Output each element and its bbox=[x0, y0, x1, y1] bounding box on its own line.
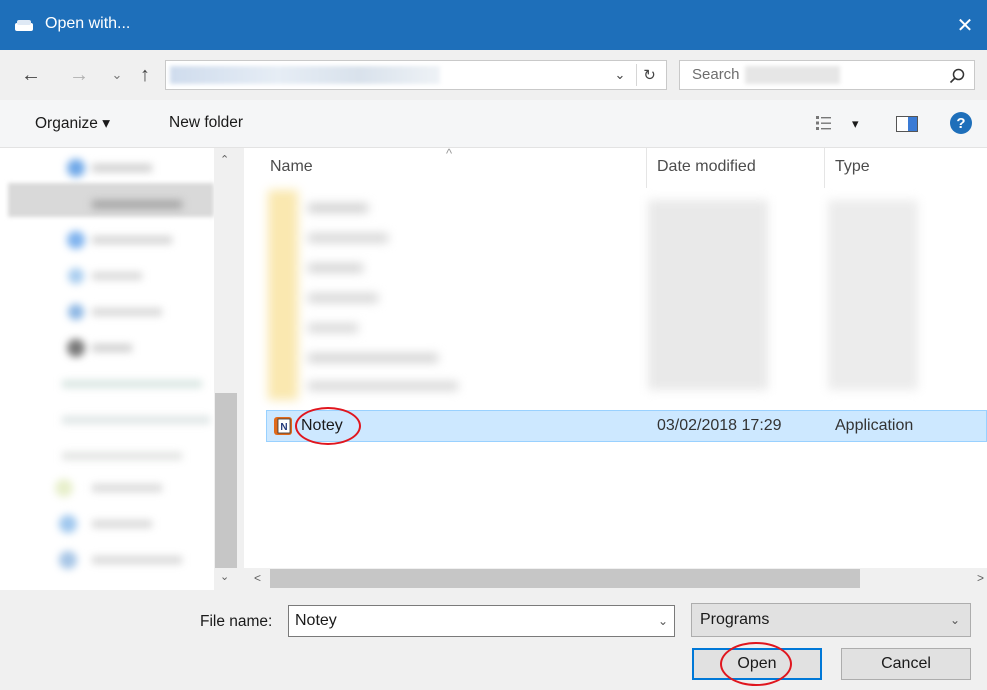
up-button[interactable]: ↑ bbox=[132, 62, 158, 88]
open-button-label: Open bbox=[737, 655, 777, 672]
column-header-type[interactable]: Type bbox=[835, 158, 870, 176]
address-dropdown-button[interactable]: ⌄ bbox=[610, 65, 630, 85]
help-icon: ? bbox=[956, 114, 966, 132]
sort-ascending-icon: ^ bbox=[446, 146, 453, 161]
file-list-pane[interactable]: ^ Name Date modified Type N Notey 03/02/… bbox=[244, 146, 987, 568]
navigation-scroll-thumb[interactable] bbox=[215, 393, 237, 568]
cancel-button-label: Cancel bbox=[881, 655, 931, 672]
address-field[interactable]: ⌄ ↻ bbox=[165, 60, 667, 90]
navigation-scrollbar[interactable]: ⌃ ⌄ bbox=[214, 148, 240, 590]
file-name-value: Notey bbox=[295, 612, 337, 629]
chevron-down-icon: ⌄ bbox=[949, 613, 960, 627]
command-toolbar: Organize ▾ New folder ▾ ? bbox=[0, 100, 987, 148]
forward-arrow-icon: → bbox=[69, 63, 89, 86]
search-placeholder: Search bbox=[692, 66, 740, 83]
column-header-name[interactable]: Name bbox=[270, 158, 313, 176]
column-divider[interactable] bbox=[824, 148, 825, 188]
file-type-filter-value: Programs bbox=[700, 611, 770, 628]
chevron-down-icon[interactable]: ⌄ bbox=[658, 614, 668, 628]
window-title: Open with... bbox=[45, 15, 131, 32]
scroll-up-icon[interactable]: ⌃ bbox=[220, 153, 229, 166]
column-divider[interactable] bbox=[646, 148, 647, 188]
view-dropdown-button[interactable]: ▾ bbox=[852, 116, 859, 132]
back-button[interactable]: ← bbox=[18, 62, 44, 88]
recent-locations-button[interactable]: ⌄ bbox=[104, 62, 130, 88]
help-button[interactable]: ? bbox=[950, 112, 972, 134]
preview-pane-icon[interactable] bbox=[896, 116, 918, 132]
svg-text:N: N bbox=[280, 422, 287, 433]
close-icon: ✕ bbox=[956, 14, 974, 37]
search-input[interactable]: Search bbox=[679, 60, 975, 90]
file-type-filter-select[interactable]: Programs ⌄ bbox=[691, 603, 971, 637]
column-header-date-modified[interactable]: Date modified bbox=[657, 158, 756, 176]
address-bar-row: ← → ⌄ ↑ ⌄ ↻ Search bbox=[0, 50, 987, 100]
address-path-blurred bbox=[170, 66, 440, 84]
close-button[interactable]: ✕ bbox=[943, 0, 987, 50]
navigation-pane[interactable] bbox=[0, 148, 240, 590]
refresh-button[interactable]: ↻ bbox=[636, 64, 662, 86]
search-text-blurred bbox=[745, 66, 840, 84]
file-name-label: File name: bbox=[200, 613, 273, 630]
chevron-down-icon: ⌄ bbox=[614, 67, 626, 82]
view-options-icon[interactable] bbox=[815, 114, 833, 132]
horizontal-scrollbar[interactable]: < > bbox=[244, 568, 987, 590]
search-icon bbox=[949, 68, 965, 84]
file-row-notey[interactable]: N Notey 03/02/2018 17:29 Application bbox=[266, 410, 987, 442]
organize-button[interactable]: Organize ▾ bbox=[35, 114, 110, 133]
cancel-button[interactable]: Cancel bbox=[841, 648, 971, 680]
title-bar: Open with... ✕ bbox=[0, 0, 987, 50]
open-button[interactable]: Open bbox=[692, 648, 822, 680]
chevron-down-icon: ⌄ bbox=[111, 67, 123, 82]
file-date-modified: 03/02/2018 17:29 bbox=[657, 417, 782, 434]
drive-icon bbox=[15, 20, 33, 31]
horizontal-scroll-thumb[interactable] bbox=[270, 569, 860, 588]
scroll-left-icon[interactable]: < bbox=[254, 571, 261, 585]
file-type: Application bbox=[835, 417, 914, 434]
navigation-tree-blurred bbox=[55, 159, 210, 569]
file-list-blurred bbox=[268, 190, 918, 400]
scroll-right-icon[interactable]: > bbox=[977, 571, 984, 585]
file-name-input[interactable]: Notey ⌄ bbox=[288, 605, 675, 637]
refresh-icon: ↻ bbox=[643, 67, 656, 84]
forward-button[interactable]: → bbox=[66, 62, 92, 88]
notey-app-icon: N bbox=[274, 417, 292, 435]
back-arrow-icon: ← bbox=[21, 63, 41, 86]
scroll-down-icon[interactable]: ⌄ bbox=[220, 570, 229, 583]
file-name: Notey bbox=[301, 417, 343, 434]
up-arrow-icon: ↑ bbox=[140, 63, 150, 86]
new-folder-button[interactable]: New folder bbox=[169, 114, 243, 132]
dialog-footer: File name: Notey ⌄ Programs ⌄ Open Cance… bbox=[0, 590, 987, 690]
